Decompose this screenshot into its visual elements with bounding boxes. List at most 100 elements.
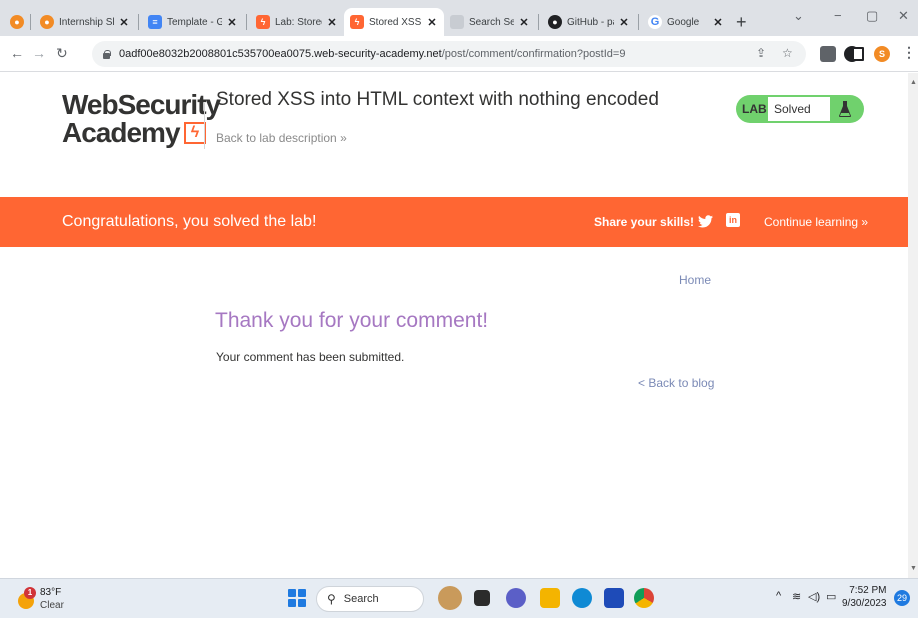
system-clock[interactable]: 7:52 PM 9/30/2023 bbox=[842, 584, 887, 610]
chevron-right-icon: » bbox=[861, 215, 869, 229]
page-scrollbar[interactable]: ▲ ▼ bbox=[908, 73, 918, 578]
bookmark-star-icon[interactable]: ☆ bbox=[782, 46, 793, 60]
minimize-icon[interactable]: − bbox=[834, 8, 842, 23]
chrome-icon[interactable] bbox=[634, 588, 654, 608]
lightning-icon: ϟ bbox=[183, 122, 206, 144]
close-icon[interactable]: ✕ bbox=[226, 16, 238, 29]
google-icon: G bbox=[648, 15, 662, 29]
back-to-lab-description-label: Back to lab description bbox=[216, 131, 337, 145]
tab-internship[interactable]: ● Internship Sh ✕ bbox=[34, 8, 136, 36]
forward-arrow-icon[interactable]: → bbox=[32, 45, 46, 61]
scroll-down-arrow-icon[interactable]: ▼ bbox=[910, 565, 917, 572]
websecurity-academy-logo[interactable]: WebSecurity Academy ϟ bbox=[62, 91, 221, 147]
tab-title: Lab: Stored X bbox=[275, 16, 322, 28]
tab-title: Stored XSS in bbox=[369, 16, 422, 28]
back-arrow-icon[interactable]: ← bbox=[10, 45, 24, 61]
weather-alert-badge: 1 bbox=[24, 587, 36, 599]
tab-separator bbox=[246, 14, 247, 30]
tab-github[interactable]: ● GitHub - pay ✕ bbox=[542, 8, 636, 36]
logo-line-2: Academy bbox=[62, 117, 181, 148]
close-icon[interactable]: ✕ bbox=[618, 16, 630, 29]
lock-icon bbox=[102, 49, 111, 59]
share-icon[interactable]: ⇪ bbox=[756, 46, 766, 60]
side-panel-icon[interactable] bbox=[852, 47, 864, 61]
screen: ● ● Internship Sh ✕ ≡ Template - Go ✕ ϟ … bbox=[0, 0, 918, 618]
taskbar-search[interactable]: ⚲ Search bbox=[316, 586, 424, 612]
linkedin-icon[interactable]: in bbox=[726, 213, 740, 227]
tab-google[interactable]: G Google ✕ bbox=[642, 8, 730, 36]
clock-date: 9/30/2023 bbox=[842, 598, 887, 609]
tab-stored-xss[interactable]: ϟ Stored XSS in ✕ bbox=[344, 8, 444, 36]
taskbar-search-label: Search bbox=[343, 593, 379, 605]
search-icon: ⚲ bbox=[327, 592, 336, 606]
store-icon[interactable] bbox=[604, 588, 624, 608]
notification-badge[interactable]: 29 bbox=[894, 590, 910, 606]
back-to-lab-description-link[interactable]: Back to lab description » bbox=[216, 131, 347, 145]
edge-icon[interactable] bbox=[572, 588, 592, 608]
lab-status: Solved bbox=[768, 97, 830, 121]
tab-separator bbox=[638, 14, 639, 30]
tab-separator bbox=[538, 14, 539, 30]
twitter-icon[interactable] bbox=[698, 215, 713, 231]
new-tab-button[interactable]: + bbox=[736, 12, 747, 33]
home-link[interactable]: Home bbox=[679, 273, 711, 287]
close-icon[interactable]: ✕ bbox=[712, 16, 724, 29]
header-divider bbox=[204, 103, 205, 149]
tab-strip: ● ● Internship Sh ✕ ≡ Template - Go ✕ ϟ … bbox=[0, 0, 918, 36]
close-icon[interactable]: ✕ bbox=[426, 16, 438, 29]
share-skills-label: Share your skills! bbox=[594, 215, 695, 229]
tab-extension[interactable]: ● bbox=[4, 8, 26, 36]
scroll-up-arrow-icon[interactable]: ▲ bbox=[910, 79, 917, 86]
tab-template[interactable]: ≡ Template - Go ✕ bbox=[142, 8, 244, 36]
tab-title: Google bbox=[667, 16, 700, 28]
profile-avatar[interactable]: S bbox=[874, 46, 890, 62]
page-icon bbox=[450, 15, 464, 29]
chevron-right-icon: » bbox=[340, 131, 347, 145]
url-host: 0adf00e8032b2008801c535700ea0075.web-sec… bbox=[119, 48, 442, 60]
solved-banner: Congratulations, you solved the lab! Sha… bbox=[0, 197, 908, 247]
tab-title: Internship Sh bbox=[59, 16, 114, 28]
wifi-icon[interactable]: ≋ bbox=[792, 590, 801, 603]
volume-icon[interactable]: ◁) bbox=[808, 590, 820, 603]
windows-taskbar: 1 83°F Clear ⚲ Search ^ ≋ ◁) ▭ 7:52 PM 9… bbox=[0, 578, 918, 618]
weather-widget[interactable]: 1 83°F Clear bbox=[14, 585, 94, 613]
confirmation-message: Your comment has been submitted. bbox=[216, 350, 405, 364]
teams-chat-icon[interactable] bbox=[506, 588, 526, 608]
close-icon[interactable]: ✕ bbox=[518, 16, 530, 29]
menu-icon[interactable]: ⋮ bbox=[902, 44, 916, 61]
close-icon[interactable]: ✕ bbox=[326, 16, 338, 29]
docs-icon: ≡ bbox=[148, 15, 162, 29]
temperature: 83°F bbox=[40, 587, 62, 598]
widgets-icon[interactable] bbox=[438, 586, 462, 610]
tab-title: Search Searc bbox=[469, 16, 514, 28]
continue-learning-link[interactable]: Continue learning » bbox=[764, 215, 868, 229]
lab-status-badge: LAB Solved bbox=[736, 95, 864, 123]
weather-condition: Clear bbox=[40, 600, 64, 611]
tab-title: Template - Go bbox=[167, 16, 222, 28]
close-window-icon[interactable]: ✕ bbox=[898, 8, 909, 24]
congratulations-message: Congratulations, you solved the lab! bbox=[62, 213, 317, 230]
restore-icon[interactable]: ▢ bbox=[866, 8, 878, 24]
windows-start-icon[interactable] bbox=[288, 589, 306, 607]
tab-search[interactable]: Search Searc ✕ bbox=[444, 8, 536, 36]
github-icon: ● bbox=[548, 15, 562, 29]
extension-off-icon[interactable] bbox=[820, 46, 836, 62]
address-bar[interactable]: 0adf00e8032b2008801c535700ea0075.web-sec… bbox=[92, 41, 806, 67]
portswigger-icon: ϟ bbox=[350, 15, 364, 29]
show-hidden-icons-icon[interactable]: ^ bbox=[776, 590, 781, 602]
internship-icon: ● bbox=[40, 15, 54, 29]
lab-title: Stored XSS into HTML context with nothin… bbox=[216, 89, 659, 110]
portswigger-icon: ϟ bbox=[256, 15, 270, 29]
tab-lab[interactable]: ϟ Lab: Stored X ✕ bbox=[250, 8, 344, 36]
battery-icon[interactable]: ▭ bbox=[826, 590, 836, 603]
file-explorer-icon[interactable] bbox=[540, 588, 560, 608]
reload-icon[interactable]: ↻ bbox=[56, 45, 68, 62]
task-view-icon[interactable] bbox=[474, 590, 490, 606]
tab-separator bbox=[30, 14, 31, 30]
tab-search-icon[interactable]: ⌄ bbox=[793, 8, 804, 24]
close-icon[interactable]: ✕ bbox=[118, 16, 130, 29]
web-page: WebSecurity Academy ϟ Stored XSS into HT… bbox=[0, 73, 908, 578]
extension-icon: ● bbox=[10, 15, 24, 29]
logo-line-2-row: Academy ϟ bbox=[62, 119, 220, 147]
back-to-blog-link[interactable]: < Back to blog bbox=[638, 376, 714, 390]
